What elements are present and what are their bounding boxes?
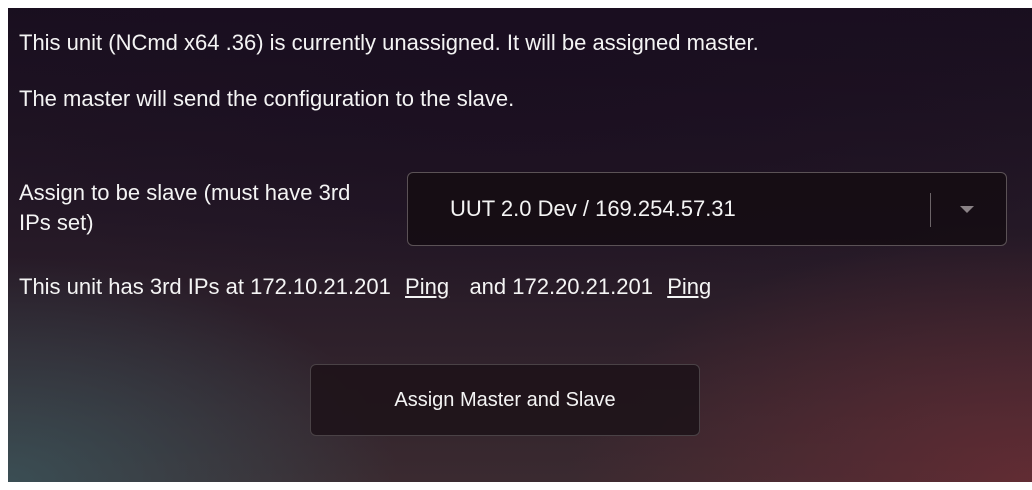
ips-prefix-text: This unit has 3rd IPs at 172.10.21.201 <box>19 274 391 299</box>
chevron-down-icon[interactable] <box>960 206 974 213</box>
slave-select-value: UUT 2.0 Dev / 169.254.57.31 <box>450 196 736 221</box>
slave-select-label: Assign to be slave (must have 3rd IPs se… <box>19 180 351 235</box>
ping-link-1[interactable]: Ping <box>403 274 451 299</box>
third-ips-text: This unit has 3rd IPs at 172.10.21.201 P… <box>19 274 713 300</box>
select-divider <box>930 193 931 227</box>
slave-select-dropdown[interactable]: UUT 2.0 Dev / 169.254.57.31 <box>407 172 1007 246</box>
intro-text-line2: The master will send the configuration t… <box>19 86 515 111</box>
intro-text-line1: This unit (NCmd x64 .36) is currently un… <box>19 30 759 55</box>
ips-middle-text: and 172.20.21.201 <box>469 274 653 299</box>
assignment-panel: This unit (NCmd x64 .36) is currently un… <box>8 8 1032 482</box>
assign-master-slave-button[interactable]: Assign Master and Slave <box>310 364 700 436</box>
ping-link-2[interactable]: Ping <box>665 274 713 299</box>
